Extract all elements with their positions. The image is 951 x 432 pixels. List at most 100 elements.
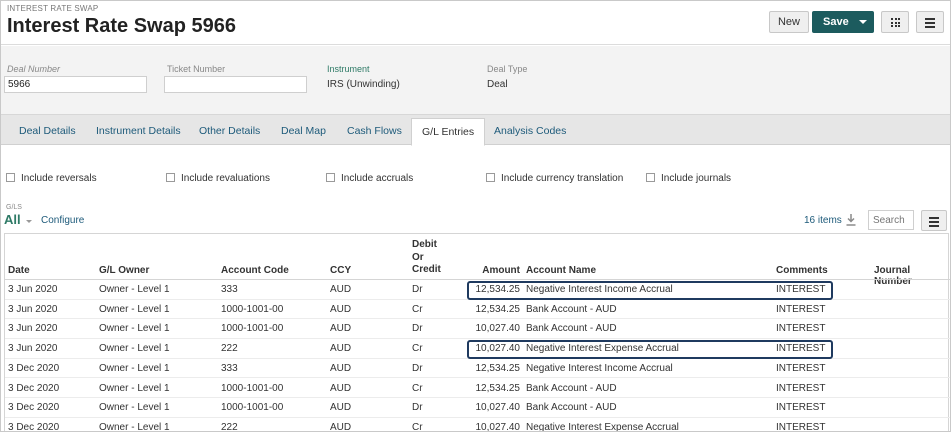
chevron-down-icon[interactable] xyxy=(26,220,32,223)
cell-debit-or-credit: Dr xyxy=(412,402,423,414)
cell-gl-owner: Owner - Level 1 xyxy=(99,284,170,295)
table-menu-button[interactable] xyxy=(921,210,947,231)
cell-gl-owner: Owner - Level 1 xyxy=(99,382,170,394)
cell-comments: INTEREST xyxy=(776,421,826,432)
column-header-debit-or-credit[interactable]: Debit Or Credit xyxy=(412,239,441,277)
include-revaluations-label: Include revaluations xyxy=(181,173,270,184)
search-input[interactable] xyxy=(868,210,914,230)
tab-gl-entries[interactable]: G/L Entries xyxy=(411,118,486,146)
cell-ccy: AUD xyxy=(330,402,352,414)
include-currency-translation-checkbox[interactable] xyxy=(486,173,495,182)
configure-link[interactable]: Configure xyxy=(41,215,84,226)
table-row[interactable]: 3 Jun 2020 Owner - Level 1 1000-1001-00 AUD… xyxy=(5,300,950,320)
include-currency-translation-label: Include currency translation xyxy=(501,173,624,184)
main-menu-button[interactable] xyxy=(916,11,944,33)
hamburger-icon xyxy=(925,18,935,30)
include-reversals-checkbox[interactable] xyxy=(6,173,15,182)
cell-ccy: AUD xyxy=(330,382,352,394)
gls-section-label: G/LS xyxy=(6,204,22,211)
deal-type-value: Deal xyxy=(487,79,508,90)
tab-analysis-codes[interactable]: Analysis Codes xyxy=(494,125,566,137)
tab-other-details[interactable]: Other Details xyxy=(199,125,260,137)
cell-account-code: 1000-1001-00 xyxy=(221,323,284,335)
cell-comments: INTEREST xyxy=(776,303,826,315)
cell-comments: INTEREST xyxy=(776,362,826,374)
save-button[interactable]: Save xyxy=(812,11,874,33)
cell-debit-or-credit: Dr xyxy=(412,362,423,374)
column-header-ccy[interactable]: CCY xyxy=(330,265,351,276)
gl-filter-dropdown[interactable]: All xyxy=(4,212,21,227)
cell-ccy: AUD xyxy=(330,303,352,315)
cell-date: 3 Jun 2020 xyxy=(8,303,58,315)
cell-ccy: AUD xyxy=(330,284,352,295)
deal-fields-panel: Deal Number 5966 Ticket Number Instrumen… xyxy=(1,46,950,114)
cell-account-code: 333 xyxy=(221,284,238,295)
column-header-gl-owner[interactable]: G/L Owner xyxy=(99,265,149,276)
cell-debit-or-credit: Dr xyxy=(412,323,423,335)
cell-amount: 12,534.25 xyxy=(475,362,521,374)
tab-instrument-details[interactable]: Instrument Details xyxy=(96,125,181,137)
cell-gl-owner: Owner - Level 1 xyxy=(99,362,170,374)
cell-gl-owner: Owner - Level 1 xyxy=(99,323,170,335)
table-row[interactable]: 3 Dec 2020 Owner - Level 1 222 AUD Cr 10,027.… xyxy=(5,418,950,432)
cell-account-code: 1000-1001-00 xyxy=(221,303,284,315)
cell-ccy: AUD xyxy=(330,343,352,355)
column-header-amount[interactable]: Amount xyxy=(460,265,520,276)
cell-ccy: AUD xyxy=(330,362,352,374)
deal-number-field[interactable]: 5966 xyxy=(4,76,147,93)
ticket-number-field[interactable] xyxy=(164,76,307,93)
save-button-label: Save xyxy=(823,16,849,28)
column-header-comments[interactable]: Comments xyxy=(776,265,828,276)
column-header-account-name[interactable]: Account Name xyxy=(526,265,596,276)
cell-ccy: AUD xyxy=(330,323,352,335)
include-accruals-checkbox[interactable] xyxy=(326,173,335,182)
cell-account-name: Negative Interest Expense Accrual xyxy=(526,421,679,432)
cell-account-code: 333 xyxy=(221,362,238,374)
table-row[interactable]: 3 Dec 2020 Owner - Level 1 1000-1001-00 AUD… xyxy=(5,398,950,418)
cell-debit-or-credit: Cr xyxy=(412,382,423,394)
cell-debit-or-credit: Cr xyxy=(412,421,423,432)
include-journals-label: Include journals xyxy=(661,173,732,184)
cell-account-name: Bank Account - AUD xyxy=(526,402,617,414)
table-row[interactable]: 3 Dec 2020 Owner - Level 1 1000-1001-00 AUD… xyxy=(5,379,950,399)
app-window: INTEREST RATE SWAP Interest Rate Swap 59… xyxy=(0,0,951,432)
cell-debit-or-credit: Cr xyxy=(412,303,423,315)
cell-account-code: 222 xyxy=(221,421,238,432)
cell-date: 3 Dec 2020 xyxy=(8,402,60,414)
tab-deal-details[interactable]: Deal Details xyxy=(19,125,76,137)
hamburger-icon xyxy=(929,217,939,229)
tab-deal-map[interactable]: Deal Map xyxy=(281,125,326,137)
table-row[interactable]: 3 Jun 2020 Owner - Level 1 1000-1001-00 AUD… xyxy=(5,319,950,339)
deal-type-label: Deal Type xyxy=(487,64,528,74)
cell-debit-or-credit: Cr xyxy=(412,343,423,355)
include-journals-checkbox[interactable] xyxy=(646,173,655,182)
cell-comments: INTEREST xyxy=(776,323,826,335)
chevron-down-icon[interactable] xyxy=(859,20,867,24)
download-icon[interactable] xyxy=(846,214,856,226)
row-highlight-box xyxy=(467,339,833,359)
record-type-label: INTEREST RATE SWAP xyxy=(7,4,99,13)
cell-amount: 12,534.25 xyxy=(475,303,521,315)
deal-number-label: Deal Number xyxy=(7,64,61,74)
table-row[interactable]: 3 Dec 2020 Owner - Level 1 333 AUD Dr 12,534.… xyxy=(5,359,950,379)
cell-gl-owner: Owner - Level 1 xyxy=(99,402,170,414)
cell-account-name: Bank Account - AUD xyxy=(526,303,617,315)
cell-date: 3 Jun 2020 xyxy=(8,284,58,295)
cell-gl-owner: Owner - Level 1 xyxy=(99,303,170,315)
grid-view-button[interactable] xyxy=(881,11,909,33)
include-accruals-label: Include accruals xyxy=(341,173,414,184)
new-button[interactable]: New xyxy=(769,11,809,33)
cell-account-name: Bank Account - AUD xyxy=(526,323,617,335)
cell-account-code: 1000-1001-00 xyxy=(221,382,284,394)
column-header-date[interactable]: Date xyxy=(8,265,30,276)
column-header-account-code[interactable]: Account Code xyxy=(221,265,289,276)
cell-account-code: 1000-1001-00 xyxy=(221,402,284,414)
debit-or-credit-line-3: Credit xyxy=(412,264,441,275)
include-revaluations-checkbox[interactable] xyxy=(166,173,175,182)
page-title: Interest Rate Swap 5966 xyxy=(7,15,236,37)
row-highlight-box xyxy=(467,280,833,300)
cell-account-code: 222 xyxy=(221,343,238,355)
tab-cash-flows[interactable]: Cash Flows xyxy=(347,125,402,137)
items-count: 16 items xyxy=(804,215,842,226)
cell-amount: 12,534.25 xyxy=(475,382,521,394)
